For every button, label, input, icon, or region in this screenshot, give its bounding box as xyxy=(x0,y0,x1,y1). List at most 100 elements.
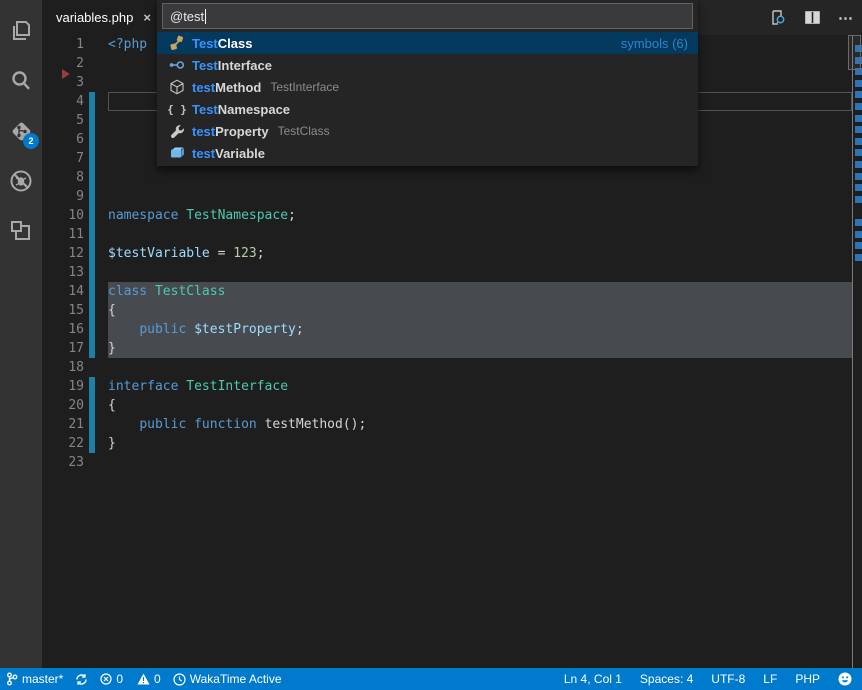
line-number: 4 xyxy=(42,92,84,111)
sidebar-item-explorer[interactable] xyxy=(0,6,42,56)
sidebar-item-debug[interactable] xyxy=(0,156,42,206)
symbol-label: Class xyxy=(218,36,253,51)
interface-icon xyxy=(169,57,185,73)
sidebar-item-extensions[interactable] xyxy=(0,206,42,256)
warning-icon xyxy=(137,673,150,685)
line-number: 14 xyxy=(42,282,84,301)
split-editor-icon[interactable] xyxy=(802,8,822,28)
status-item-ln-4-col-1[interactable]: Ln 4, Col 1 xyxy=(564,672,622,686)
code-text: public $testProperty; xyxy=(108,320,304,339)
error-count: 0 xyxy=(116,672,123,686)
code-text: } xyxy=(108,434,116,453)
symbol-label: Interface xyxy=(218,58,272,73)
git-branch-item[interactable]: master* xyxy=(6,672,63,686)
code-line[interactable]: 21 public function testMethod(); xyxy=(42,415,862,434)
git-modified-indicator xyxy=(89,111,95,130)
overview-ruler xyxy=(852,35,862,668)
line-number: 12 xyxy=(42,244,84,263)
code-line[interactable]: 16 public $testProperty; xyxy=(42,320,862,339)
quick-open-query: @test xyxy=(170,9,204,24)
code-line[interactable]: 22} xyxy=(42,434,862,453)
code-line[interactable]: 18 xyxy=(42,358,862,377)
ruler-modified-mark xyxy=(855,91,862,98)
scrollbar-slider[interactable] xyxy=(848,35,861,70)
quick-open-input[interactable]: @test xyxy=(162,3,693,29)
code-line[interactable]: 20{ xyxy=(42,396,862,415)
tab-title: variables.php xyxy=(56,10,133,25)
sync-icon xyxy=(75,673,88,686)
extensions-icon xyxy=(8,218,34,244)
match-text: test xyxy=(192,146,215,161)
quick-open-item-testmethod[interactable]: testMethodTestInterface xyxy=(157,76,698,98)
git-modified-indicator xyxy=(89,130,95,149)
ruler-modified-mark xyxy=(855,126,862,133)
close-icon[interactable]: × xyxy=(143,10,151,25)
code-line[interactable]: 19interface TestInterface xyxy=(42,377,862,396)
code-line[interactable]: 14class TestClass xyxy=(42,282,862,301)
feedback-smiley-icon[interactable] xyxy=(838,672,852,686)
source-control-badge: 2 xyxy=(23,133,39,149)
git-modified-indicator xyxy=(89,301,95,320)
symbol-description: TestClass xyxy=(278,124,330,138)
status-item-lf[interactable]: LF xyxy=(763,672,777,686)
match-text: test xyxy=(192,124,215,139)
sidebar-item-search[interactable] xyxy=(0,56,42,106)
match-text: Test xyxy=(192,36,218,51)
code-line[interactable]: 10namespace TestNamespace; xyxy=(42,206,862,225)
code-line[interactable]: 9 xyxy=(42,187,862,206)
code-text: } xyxy=(108,339,116,358)
line-number: 22 xyxy=(42,434,84,453)
code-line[interactable]: 15{ xyxy=(42,301,862,320)
line-number: 21 xyxy=(42,415,84,434)
status-bar-left: master* 0 xyxy=(0,672,282,686)
problems-item[interactable]: 0 0 xyxy=(100,672,160,686)
line-number: 5 xyxy=(42,111,84,130)
line-number: 10 xyxy=(42,206,84,225)
group-label: symbols (6) xyxy=(621,36,688,51)
ruler-modified-mark xyxy=(855,138,862,145)
search-icon xyxy=(8,68,34,94)
code-line[interactable]: 17} xyxy=(42,339,862,358)
status-item-utf-8[interactable]: UTF-8 xyxy=(711,672,745,686)
quick-open-item-testinterface[interactable]: TestInterface xyxy=(157,54,698,76)
ruler-modified-mark xyxy=(855,242,862,249)
git-modified-indicator xyxy=(89,339,95,358)
git-branch-label: master* xyxy=(22,672,63,686)
code-line[interactable]: 11 xyxy=(42,225,862,244)
git-modified-indicator xyxy=(89,434,95,453)
code-line[interactable]: 13 xyxy=(42,263,862,282)
explorer-icon xyxy=(8,18,34,44)
variable-icon xyxy=(169,145,185,161)
gutter-marker-icon xyxy=(62,69,70,79)
status-item-php[interactable]: PHP xyxy=(795,672,820,686)
wakatime-item[interactable]: WakaTime Active xyxy=(173,672,282,686)
quick-open-item-testnamespace[interactable]: { }TestNamespace xyxy=(157,98,698,120)
activity-bar: 2 xyxy=(0,0,42,668)
sync-button[interactable] xyxy=(75,673,88,686)
status-item-spaces-4[interactable]: Spaces: 4 xyxy=(640,672,693,686)
line-number: 13 xyxy=(42,263,84,282)
more-actions-icon[interactable]: ⋯ xyxy=(836,8,856,28)
sidebar-item-source-control[interactable]: 2 xyxy=(0,106,42,156)
quick-open-item-testvariable[interactable]: testVariable xyxy=(157,142,698,164)
line-number: 9 xyxy=(42,187,84,206)
line-number: 6 xyxy=(42,130,84,149)
quick-open-item-testclass[interactable]: TestClass symbols (6) xyxy=(157,32,698,54)
git-modified-indicator xyxy=(89,168,95,187)
code-text: interface TestInterface xyxy=(108,377,288,396)
line-number: 23 xyxy=(42,453,84,472)
code-line[interactable]: 12$testVariable = 123; xyxy=(42,244,862,263)
code-line[interactable]: 8 xyxy=(42,168,862,187)
code-line[interactable]: 23 xyxy=(42,453,862,472)
line-number: 20 xyxy=(42,396,84,415)
git-modified-indicator xyxy=(89,377,95,396)
tab-variables-php[interactable]: variables.php × xyxy=(42,0,161,35)
git-modified-indicator xyxy=(89,263,95,282)
quick-open-item-testproperty[interactable]: testPropertyTestClass xyxy=(157,120,698,142)
ruler-modified-mark xyxy=(855,115,862,122)
ruler-modified-mark xyxy=(855,103,862,110)
open-preview-icon[interactable] xyxy=(768,8,788,28)
line-number: 8 xyxy=(42,168,84,187)
match-text: test xyxy=(192,80,215,95)
symbol-label: Variable xyxy=(215,146,265,161)
